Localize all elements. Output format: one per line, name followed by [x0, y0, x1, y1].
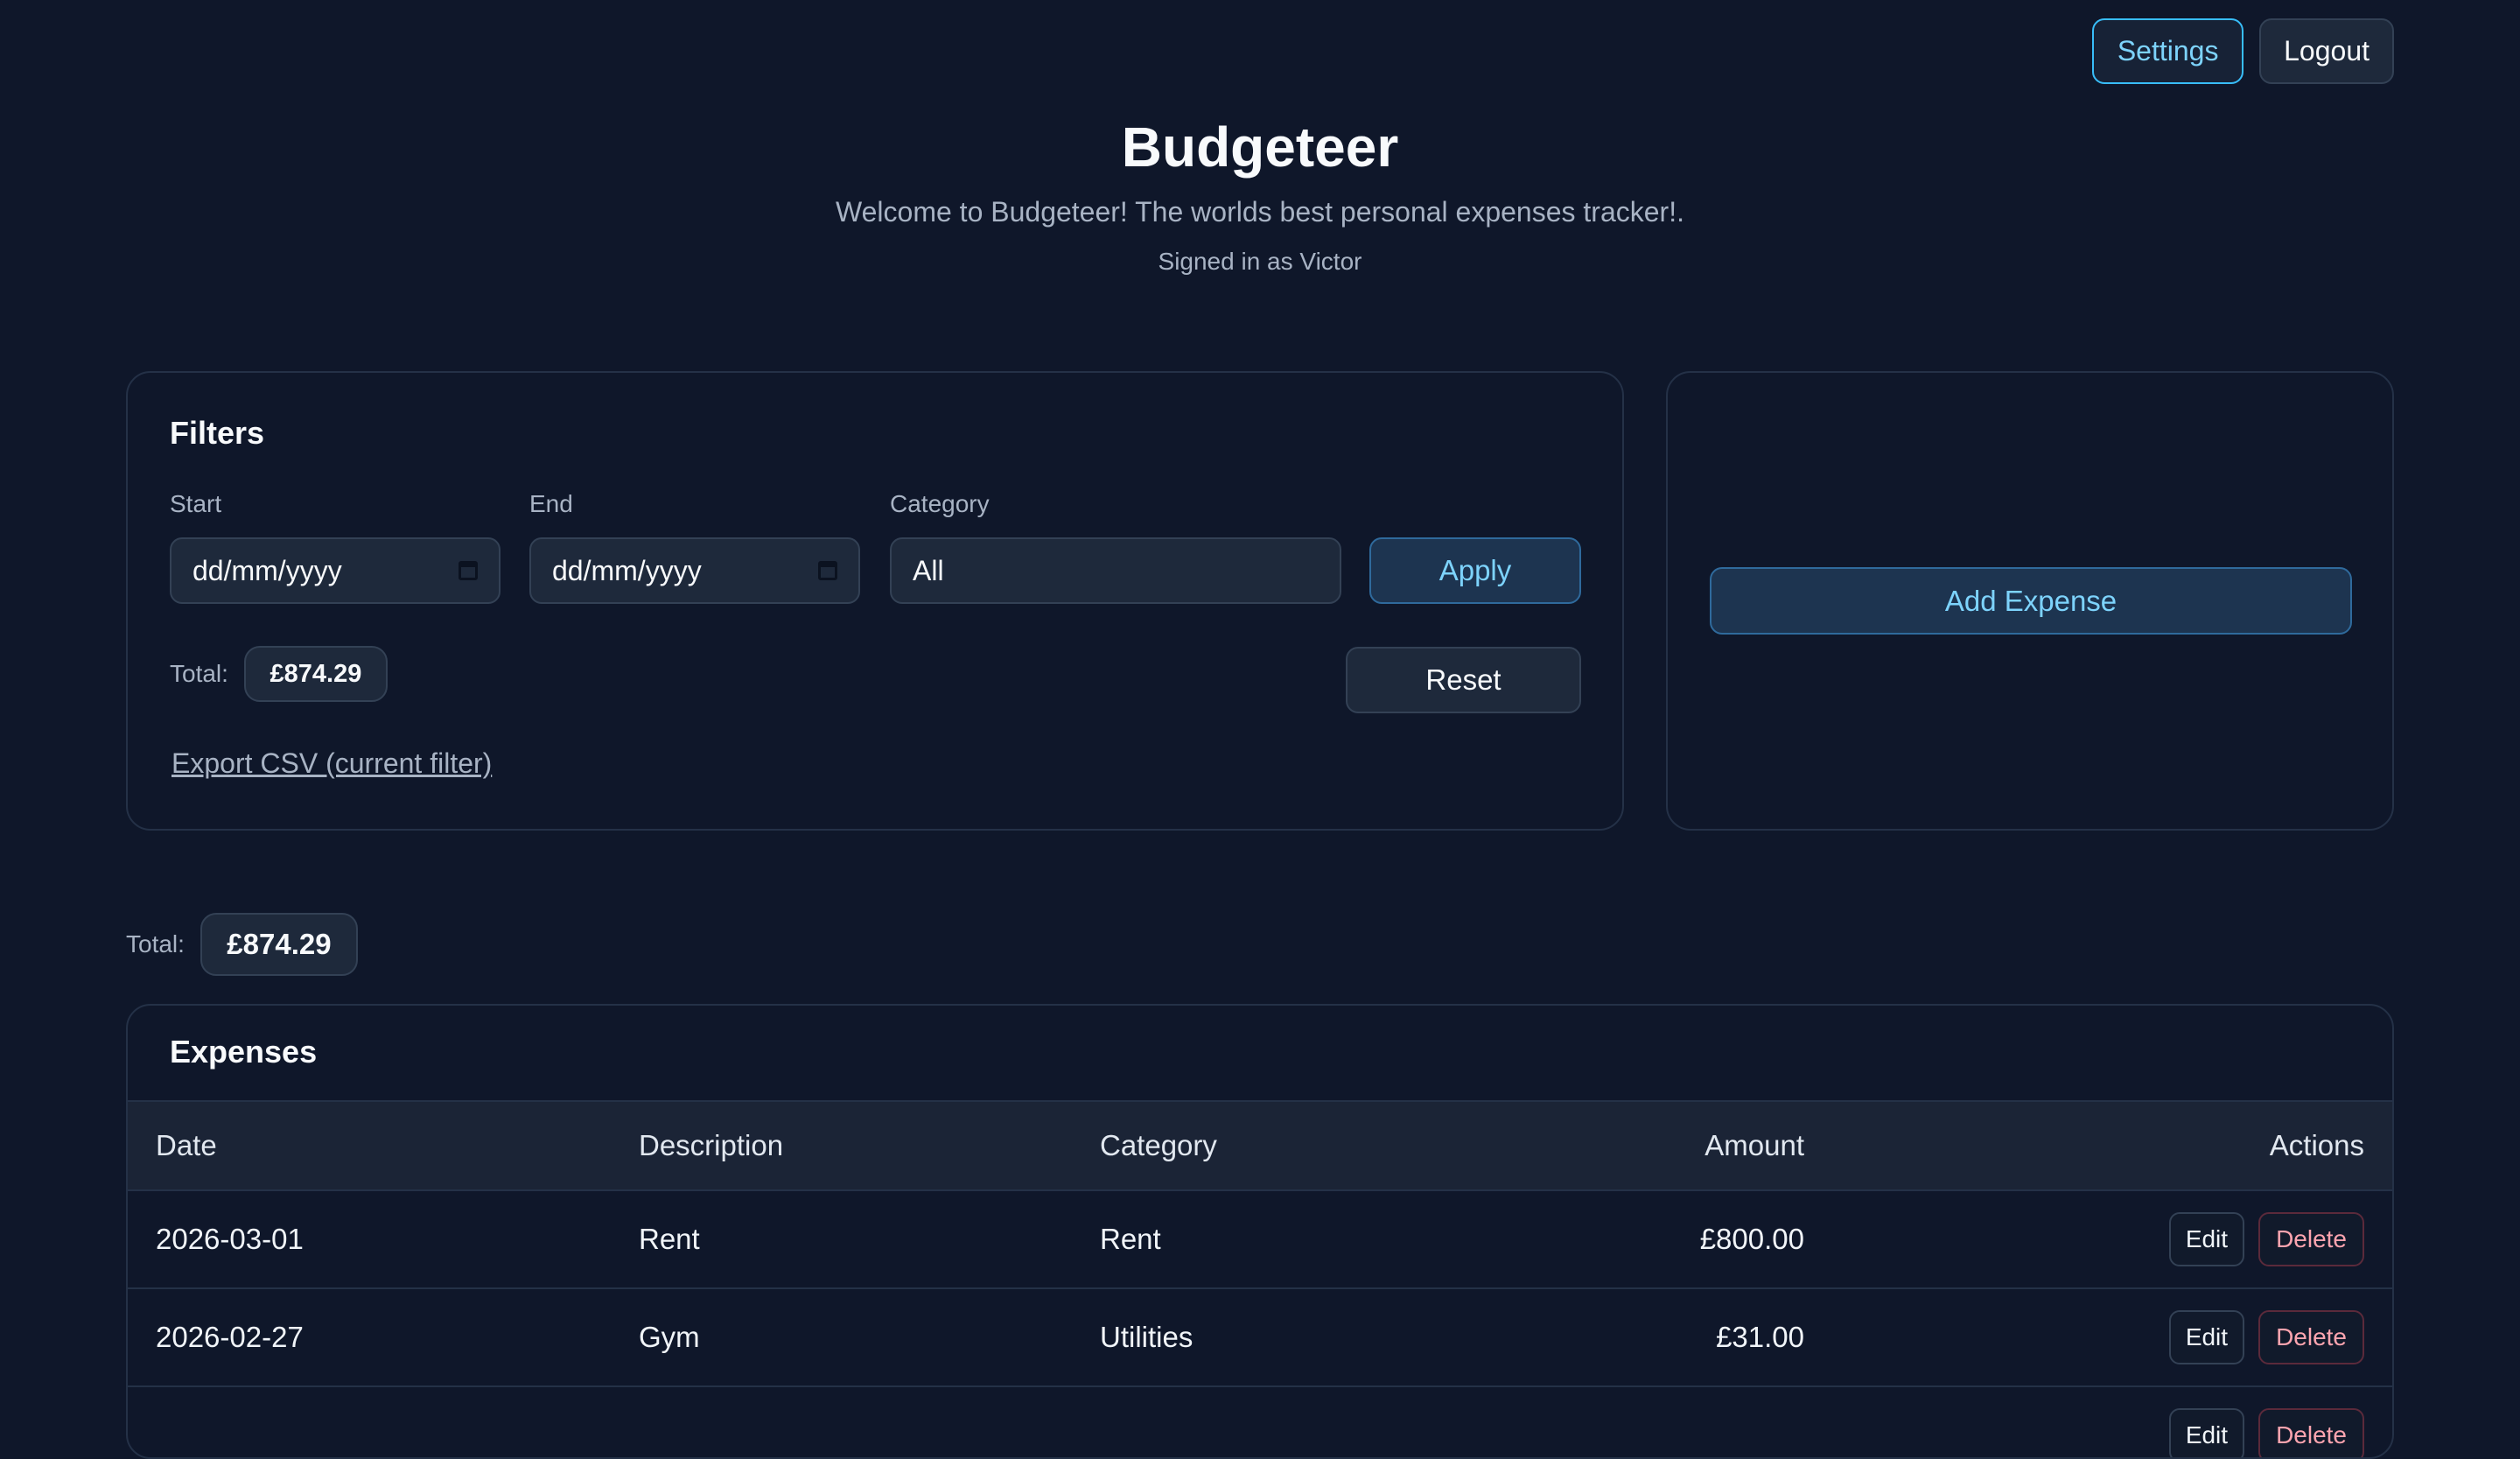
- edit-button[interactable]: Edit: [2168, 1408, 2245, 1457]
- column-header-amount[interactable]: Amount: [1704, 1102, 1804, 1189]
- table-row: Edit Delete: [128, 1387, 2392, 1457]
- add-expense-panel: Add Expense: [1666, 371, 2394, 831]
- cell-date: 2026-03-01: [156, 1223, 304, 1255]
- expenses-panel: Expenses Date Description Category Amoun…: [126, 1004, 2394, 1459]
- filter-total-badge: £874.29: [243, 646, 388, 702]
- delete-button[interactable]: Delete: [2258, 1310, 2364, 1364]
- add-expense-button[interactable]: Add Expense: [1710, 567, 2352, 635]
- cell-actions: Edit Delete: [2168, 1387, 2364, 1457]
- category-select[interactable]: All: [890, 537, 1341, 604]
- expenses-title: Expenses: [170, 1034, 318, 1070]
- cell-amount: £800.00: [1699, 1223, 1804, 1255]
- column-header-category[interactable]: Category: [1100, 1102, 1217, 1189]
- start-date-input[interactable]: dd/mm/yyyy: [170, 537, 500, 604]
- column-header-description[interactable]: Description: [639, 1102, 783, 1189]
- apply-button[interactable]: Apply: [1369, 537, 1581, 604]
- reset-button[interactable]: Reset: [1346, 647, 1581, 713]
- calendar-icon[interactable]: [458, 561, 478, 580]
- welcome-text: Welcome to Budgeteer! The worlds best pe…: [836, 196, 1684, 228]
- table-header: Date Description Category Amount Actions: [128, 1100, 2392, 1191]
- end-date-value: dd/mm/yyyy: [552, 554, 702, 586]
- signed-in-text: Signed in as Victor: [1158, 248, 1362, 275]
- cell-actions: Edit Delete: [2168, 1191, 2364, 1287]
- end-label: End: [529, 490, 573, 517]
- column-header-date[interactable]: Date: [156, 1102, 217, 1189]
- delete-button[interactable]: Delete: [2258, 1408, 2364, 1457]
- category-label: Category: [890, 490, 990, 517]
- cell-actions: Edit Delete: [2168, 1289, 2364, 1385]
- edit-button[interactable]: Edit: [2168, 1212, 2245, 1266]
- table-row: 2026-02-27 Gym Utilities £31.00 Edit Del…: [128, 1289, 2392, 1387]
- edit-button[interactable]: Edit: [2168, 1310, 2245, 1364]
- cell-date: 2026-02-27: [156, 1321, 304, 1353]
- filters-panel: Filters Start dd/mm/yyyy End dd/mm/yyyy …: [126, 371, 1624, 831]
- cell-amount: £31.00: [1716, 1321, 1804, 1353]
- cell-category: Rent: [1100, 1223, 1161, 1255]
- summary-total-label: Total:: [126, 930, 185, 957]
- top-nav: Settings Logout: [2092, 18, 2394, 84]
- page-title: Budgeteer: [1121, 116, 1399, 179]
- settings-button[interactable]: Settings: [2092, 18, 2244, 84]
- start-date-value: dd/mm/yyyy: [192, 554, 342, 586]
- cell-description: Gym: [639, 1321, 700, 1353]
- cell-category: Utilities: [1100, 1321, 1194, 1353]
- delete-button[interactable]: Delete: [2258, 1212, 2364, 1266]
- logout-button[interactable]: Logout: [2259, 18, 2394, 84]
- column-header-actions: Actions: [2269, 1129, 2364, 1161]
- start-label: Start: [170, 490, 222, 517]
- table-row: 2026-03-01 Rent Rent £800.00 Edit Delete: [128, 1191, 2392, 1289]
- cell-description: Rent: [639, 1223, 700, 1255]
- category-select-value: All: [913, 554, 944, 586]
- export-csv-link[interactable]: Export CSV (current filter): [172, 747, 492, 780]
- end-date-input[interactable]: dd/mm/yyyy: [529, 537, 860, 604]
- summary-total: Total: £874.29: [126, 913, 358, 976]
- summary-total-badge: £874.29: [200, 913, 358, 976]
- filters-title: Filters: [170, 415, 265, 451]
- filter-total-label: Total:: [170, 660, 228, 687]
- calendar-icon[interactable]: [818, 561, 837, 580]
- filter-total: Total: £874.29: [170, 646, 388, 702]
- page-header: Budgeteer Welcome to Budgeteer! The worl…: [0, 112, 2520, 277]
